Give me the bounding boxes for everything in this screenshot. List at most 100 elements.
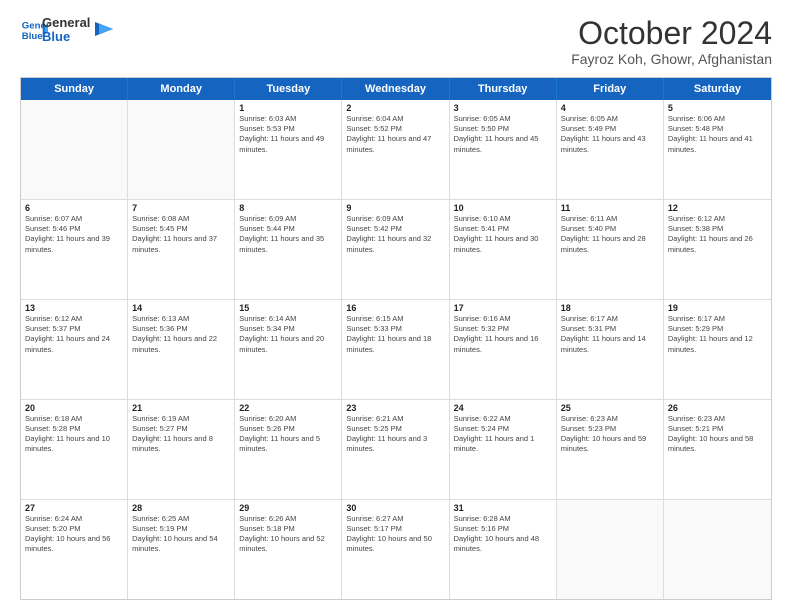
day-number: 8 <box>239 203 337 213</box>
calendar-body: 1Sunrise: 6:03 AMSunset: 5:53 PMDaylight… <box>21 100 771 599</box>
calendar-day-2: 2Sunrise: 6:04 AMSunset: 5:52 PMDaylight… <box>342 100 449 199</box>
calendar-day-13: 13Sunrise: 6:12 AMSunset: 5:37 PMDayligh… <box>21 300 128 399</box>
day-info: Sunrise: 6:24 AMSunset: 5:20 PMDaylight:… <box>25 514 123 555</box>
calendar-day-26: 26Sunrise: 6:23 AMSunset: 5:21 PMDayligh… <box>664 400 771 499</box>
calendar-day-30: 30Sunrise: 6:27 AMSunset: 5:17 PMDayligh… <box>342 500 449 599</box>
day-number: 9 <box>346 203 444 213</box>
day-number: 21 <box>132 403 230 413</box>
day-info: Sunrise: 6:03 AMSunset: 5:53 PMDaylight:… <box>239 114 337 155</box>
day-info: Sunrise: 6:10 AMSunset: 5:41 PMDaylight:… <box>454 214 552 255</box>
day-info: Sunrise: 6:12 AMSunset: 5:38 PMDaylight:… <box>668 214 767 255</box>
day-number: 7 <box>132 203 230 213</box>
header-day-monday: Monday <box>128 78 235 100</box>
day-number: 23 <box>346 403 444 413</box>
calendar-week-3: 13Sunrise: 6:12 AMSunset: 5:37 PMDayligh… <box>21 300 771 400</box>
header-day-tuesday: Tuesday <box>235 78 342 100</box>
day-number: 24 <box>454 403 552 413</box>
header-day-saturday: Saturday <box>664 78 771 100</box>
day-number: 3 <box>454 103 552 113</box>
calendar-empty-cell <box>664 500 771 599</box>
header-day-wednesday: Wednesday <box>342 78 449 100</box>
day-number: 18 <box>561 303 659 313</box>
logo-general: General <box>42 16 90 30</box>
page: General Blue General Blue October 2024 F… <box>0 0 792 612</box>
day-number: 28 <box>132 503 230 513</box>
day-number: 2 <box>346 103 444 113</box>
calendar-day-8: 8Sunrise: 6:09 AMSunset: 5:44 PMDaylight… <box>235 200 342 299</box>
day-number: 26 <box>668 403 767 413</box>
calendar-day-21: 21Sunrise: 6:19 AMSunset: 5:27 PMDayligh… <box>128 400 235 499</box>
day-number: 29 <box>239 503 337 513</box>
day-number: 13 <box>25 303 123 313</box>
calendar-day-5: 5Sunrise: 6:06 AMSunset: 5:48 PMDaylight… <box>664 100 771 199</box>
logo: General Blue General Blue <box>20 16 113 45</box>
day-info: Sunrise: 6:16 AMSunset: 5:32 PMDaylight:… <box>454 314 552 355</box>
calendar-day-20: 20Sunrise: 6:18 AMSunset: 5:28 PMDayligh… <box>21 400 128 499</box>
day-info: Sunrise: 6:17 AMSunset: 5:31 PMDaylight:… <box>561 314 659 355</box>
title-block: October 2024 Fayroz Koh, Ghowr, Afghanis… <box>571 16 772 67</box>
day-info: Sunrise: 6:05 AMSunset: 5:49 PMDaylight:… <box>561 114 659 155</box>
day-number: 11 <box>561 203 659 213</box>
calendar-day-12: 12Sunrise: 6:12 AMSunset: 5:38 PMDayligh… <box>664 200 771 299</box>
day-info: Sunrise: 6:23 AMSunset: 5:23 PMDaylight:… <box>561 414 659 455</box>
day-number: 6 <box>25 203 123 213</box>
calendar-day-4: 4Sunrise: 6:05 AMSunset: 5:49 PMDaylight… <box>557 100 664 199</box>
day-number: 19 <box>668 303 767 313</box>
day-info: Sunrise: 6:09 AMSunset: 5:42 PMDaylight:… <box>346 214 444 255</box>
header: General Blue General Blue October 2024 F… <box>20 16 772 67</box>
day-info: Sunrise: 6:13 AMSunset: 5:36 PMDaylight:… <box>132 314 230 355</box>
day-number: 4 <box>561 103 659 113</box>
calendar-day-3: 3Sunrise: 6:05 AMSunset: 5:50 PMDaylight… <box>450 100 557 199</box>
day-number: 14 <box>132 303 230 313</box>
day-info: Sunrise: 6:04 AMSunset: 5:52 PMDaylight:… <box>346 114 444 155</box>
day-info: Sunrise: 6:07 AMSunset: 5:46 PMDaylight:… <box>25 214 123 255</box>
day-info: Sunrise: 6:15 AMSunset: 5:33 PMDaylight:… <box>346 314 444 355</box>
calendar-container: SundayMondayTuesdayWednesdayThursdayFrid… <box>20 77 772 600</box>
day-info: Sunrise: 6:23 AMSunset: 5:21 PMDaylight:… <box>668 414 767 455</box>
calendar-day-31: 31Sunrise: 6:28 AMSunset: 5:16 PMDayligh… <box>450 500 557 599</box>
header-day-thursday: Thursday <box>450 78 557 100</box>
day-info: Sunrise: 6:05 AMSunset: 5:50 PMDaylight:… <box>454 114 552 155</box>
day-info: Sunrise: 6:19 AMSunset: 5:27 PMDaylight:… <box>132 414 230 455</box>
day-info: Sunrise: 6:27 AMSunset: 5:17 PMDaylight:… <box>346 514 444 555</box>
calendar-day-15: 15Sunrise: 6:14 AMSunset: 5:34 PMDayligh… <box>235 300 342 399</box>
calendar-day-18: 18Sunrise: 6:17 AMSunset: 5:31 PMDayligh… <box>557 300 664 399</box>
calendar-day-1: 1Sunrise: 6:03 AMSunset: 5:53 PMDaylight… <box>235 100 342 199</box>
calendar-day-16: 16Sunrise: 6:15 AMSunset: 5:33 PMDayligh… <box>342 300 449 399</box>
calendar-day-24: 24Sunrise: 6:22 AMSunset: 5:24 PMDayligh… <box>450 400 557 499</box>
calendar-day-17: 17Sunrise: 6:16 AMSunset: 5:32 PMDayligh… <box>450 300 557 399</box>
calendar-week-1: 1Sunrise: 6:03 AMSunset: 5:53 PMDaylight… <box>21 100 771 200</box>
calendar-day-10: 10Sunrise: 6:10 AMSunset: 5:41 PMDayligh… <box>450 200 557 299</box>
logo-blue: Blue <box>42 30 90 44</box>
calendar-day-28: 28Sunrise: 6:25 AMSunset: 5:19 PMDayligh… <box>128 500 235 599</box>
day-info: Sunrise: 6:21 AMSunset: 5:25 PMDaylight:… <box>346 414 444 455</box>
calendar-empty-cell <box>21 100 128 199</box>
calendar-empty-cell <box>557 500 664 599</box>
calendar-day-11: 11Sunrise: 6:11 AMSunset: 5:40 PMDayligh… <box>557 200 664 299</box>
calendar-day-14: 14Sunrise: 6:13 AMSunset: 5:36 PMDayligh… <box>128 300 235 399</box>
day-number: 25 <box>561 403 659 413</box>
day-number: 20 <box>25 403 123 413</box>
calendar-day-6: 6Sunrise: 6:07 AMSunset: 5:46 PMDaylight… <box>21 200 128 299</box>
day-info: Sunrise: 6:08 AMSunset: 5:45 PMDaylight:… <box>132 214 230 255</box>
day-info: Sunrise: 6:22 AMSunset: 5:24 PMDaylight:… <box>454 414 552 455</box>
day-info: Sunrise: 6:06 AMSunset: 5:48 PMDaylight:… <box>668 114 767 155</box>
day-number: 27 <box>25 503 123 513</box>
calendar-day-27: 27Sunrise: 6:24 AMSunset: 5:20 PMDayligh… <box>21 500 128 599</box>
day-info: Sunrise: 6:17 AMSunset: 5:29 PMDaylight:… <box>668 314 767 355</box>
header-day-friday: Friday <box>557 78 664 100</box>
header-day-sunday: Sunday <box>21 78 128 100</box>
day-info: Sunrise: 6:26 AMSunset: 5:18 PMDaylight:… <box>239 514 337 555</box>
day-number: 12 <box>668 203 767 213</box>
calendar-day-9: 9Sunrise: 6:09 AMSunset: 5:42 PMDaylight… <box>342 200 449 299</box>
day-number: 15 <box>239 303 337 313</box>
day-number: 17 <box>454 303 552 313</box>
day-info: Sunrise: 6:18 AMSunset: 5:28 PMDaylight:… <box>25 414 123 455</box>
day-number: 10 <box>454 203 552 213</box>
day-info: Sunrise: 6:28 AMSunset: 5:16 PMDaylight:… <box>454 514 552 555</box>
calendar-day-25: 25Sunrise: 6:23 AMSunset: 5:23 PMDayligh… <box>557 400 664 499</box>
day-info: Sunrise: 6:12 AMSunset: 5:37 PMDaylight:… <box>25 314 123 355</box>
calendar-empty-cell <box>128 100 235 199</box>
month-title: October 2024 <box>571 16 772 51</box>
day-info: Sunrise: 6:20 AMSunset: 5:26 PMDaylight:… <box>239 414 337 455</box>
